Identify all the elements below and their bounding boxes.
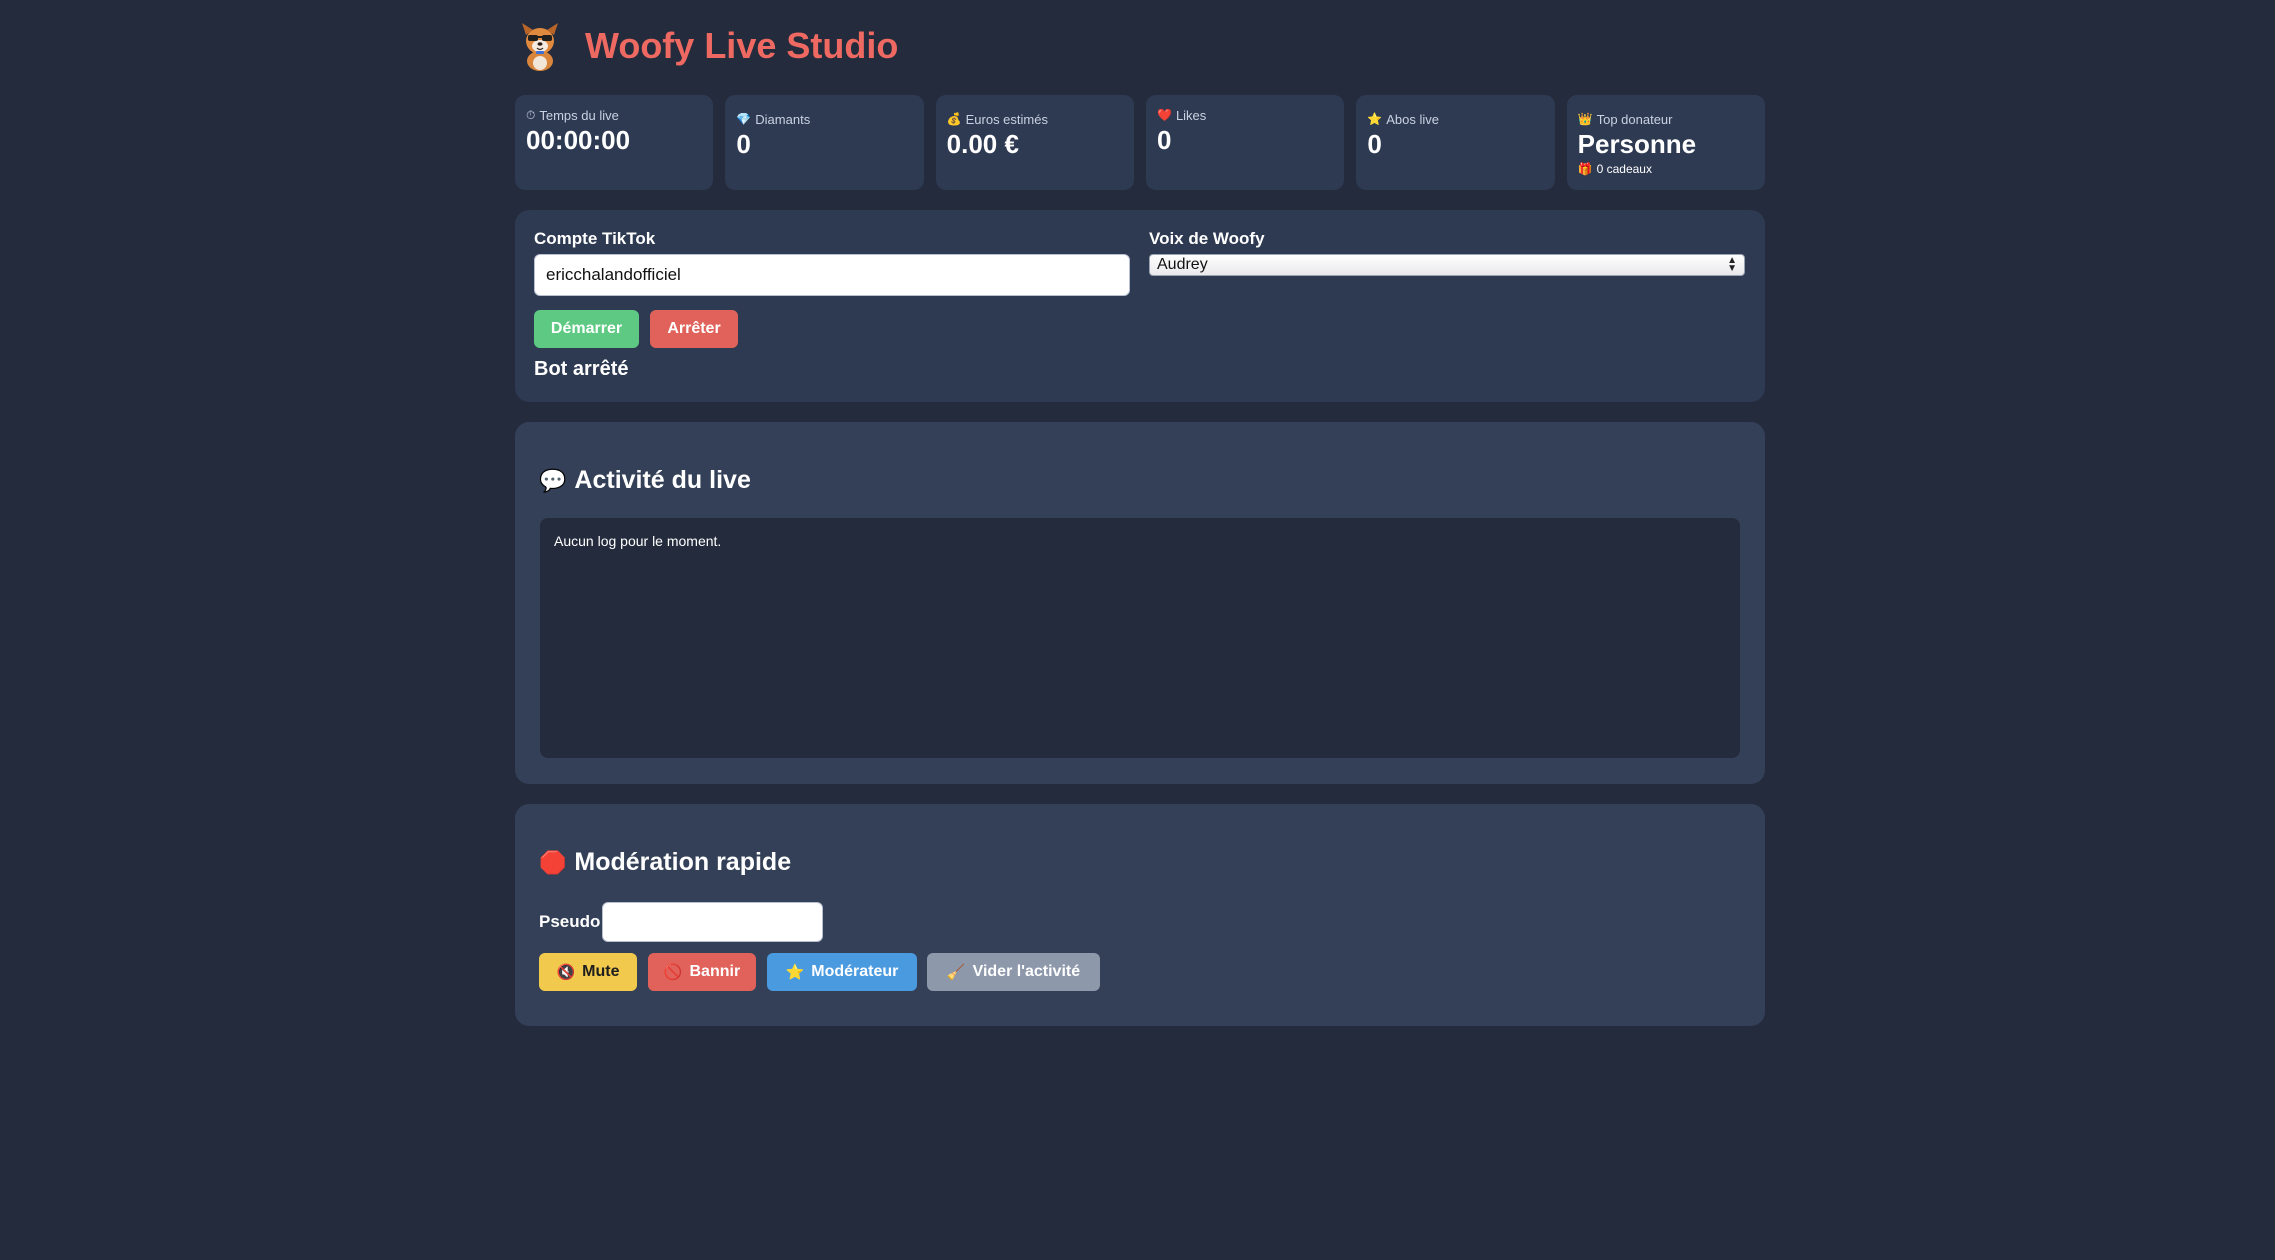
- mute-button[interactable]: 🔇 Mute: [539, 953, 637, 991]
- voice-label: Voix de Woofy: [1149, 229, 1265, 248]
- header: Woofy Live Studio: [515, 20, 898, 72]
- log-empty-text: Aucun log pour le moment.: [554, 533, 722, 549]
- stat-card-top-donor: 👑 Top donateur Personne 🎁 0 cadeaux: [1566, 95, 1765, 190]
- stat-card-subs: ⭐ Abos live 0: [1356, 95, 1555, 190]
- stat-card-euros: 💰 Euros estimés 0.00 €: [935, 95, 1134, 190]
- gift-count: 0 cadeaux: [1596, 162, 1652, 176]
- star-icon: ⭐: [785, 964, 805, 981]
- pseudo-label: Pseudo: [539, 912, 601, 931]
- stat-value: 0.00 €: [946, 129, 1019, 159]
- config-panel: Compte TikTok ericchalandofficiel Voix d…: [515, 210, 1765, 402]
- star-icon: ⭐: [1367, 112, 1383, 126]
- money-bag-icon: 💰: [946, 112, 962, 126]
- stat-label: Euros estimés: [965, 111, 1048, 127]
- activity-log[interactable]: Aucun log pour le moment.: [540, 518, 1740, 758]
- ban-button[interactable]: 🚫 Bannir: [648, 953, 756, 991]
- stat-value: 0: [1367, 129, 1382, 159]
- crown-icon: 👑: [1577, 112, 1593, 126]
- stat-label: Temps du live: [539, 107, 619, 123]
- stat-value: Personne: [1577, 129, 1697, 159]
- start-button[interactable]: Démarrer: [534, 310, 639, 348]
- stat-label: Abos live: [1386, 111, 1440, 127]
- app-title: Woofy Live Studio: [585, 25, 899, 66]
- bot-status: Bot arrêté: [534, 358, 629, 380]
- muted-speaker-icon: 🔇: [556, 964, 576, 981]
- stat-value: 0: [1156, 125, 1172, 155]
- stat-card-diamonds: 💎 Diamants 0: [725, 95, 924, 190]
- stat-label: Likes: [1175, 107, 1207, 123]
- stop-sign-icon: 🛑: [539, 849, 567, 875]
- page: Woofy Live Studio ⏱ Temps du live 00:00:…: [0, 0, 2275, 1260]
- stop-button[interactable]: Arrêter: [650, 310, 738, 348]
- account-input[interactable]: ericchalandofficiel: [534, 254, 1130, 296]
- stat-card-likes: ❤️ Likes 0: [1145, 95, 1345, 190]
- diamond-icon: 💎: [736, 112, 752, 126]
- stat-card-live-time: ⏱ Temps du live 00:00:00: [515, 95, 714, 190]
- stat-value: 0: [736, 129, 751, 159]
- pseudo-input[interactable]: [602, 902, 823, 942]
- moderator-button[interactable]: ⭐ Modérateur: [767, 953, 917, 991]
- stopwatch-icon: ⏱: [526, 107, 536, 122]
- stat-value: 00:00:00: [526, 125, 631, 155]
- heart-icon: ❤️: [1156, 108, 1172, 122]
- broom-icon: 🧹: [946, 964, 966, 981]
- clear-activity-button[interactable]: 🧹 Vider l'activité: [927, 953, 1100, 991]
- stat-label: Diamants: [755, 111, 811, 127]
- gift-icon: 🎁: [1577, 162, 1593, 176]
- activity-panel: 💬 Activité du live Aucun log pour le mom…: [515, 422, 1765, 784]
- stats-row: ⏱ Temps du live 00:00:00 💎 Diamants 0 💰 …: [515, 95, 1765, 190]
- no-entry-icon: 🚫: [663, 964, 683, 981]
- select-arrows-icon: ▲ ▼: [1727, 255, 1737, 274]
- stat-label: Top donateur: [1596, 111, 1673, 127]
- dog-mascot-icon: [515, 21, 565, 71]
- voice-select[interactable]: Audrey ▲ ▼: [1149, 254, 1745, 276]
- speech-bubble-icon: 💬: [539, 467, 567, 493]
- moderation-panel: 🛑 Modération rapide Pseudo 🔇 Mute 🚫 Bann…: [515, 804, 1765, 1026]
- activity-title: 💬 Activité du live: [539, 466, 751, 494]
- moderation-title: 🛑 Modération rapide: [539, 848, 792, 876]
- voice-selected-value: Audrey: [1157, 256, 1208, 273]
- account-label: Compte TikTok: [534, 229, 656, 248]
